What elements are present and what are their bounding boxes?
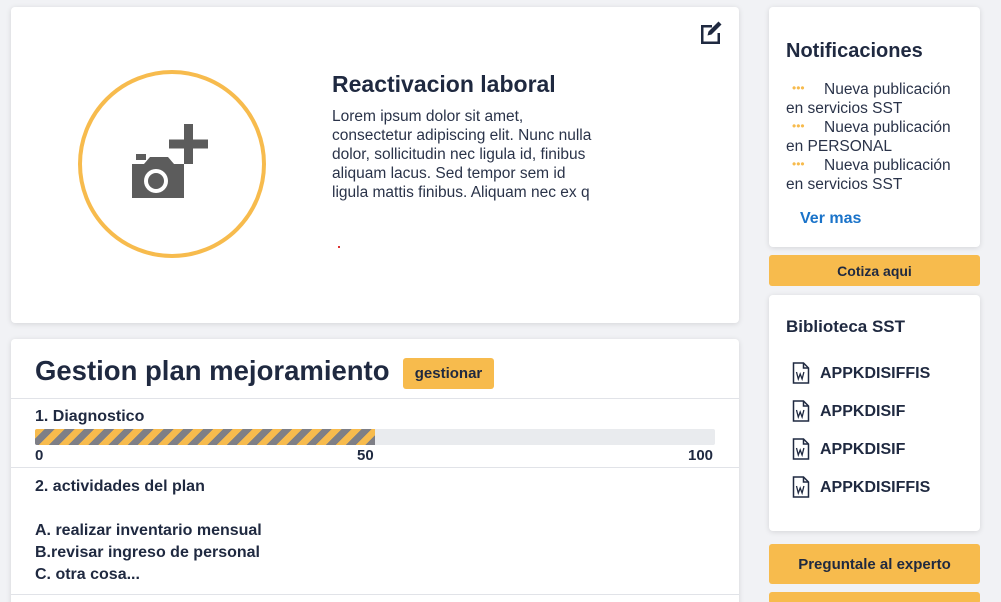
word-document-icon (792, 438, 810, 460)
photo-placeholder[interactable] (78, 70, 266, 258)
word-document-icon (792, 362, 810, 384)
card-title: Reactivacion laboral (332, 71, 556, 97)
add-photo-icon (132, 124, 208, 198)
activity-item: C. otra cosa... (35, 566, 140, 583)
notification-item[interactable]: ••• Nueva publicación en servicios SST (786, 155, 971, 194)
progress-fill (35, 429, 375, 445)
library-panel: Biblioteca SST APPKDISIFFIS APPKDISIF AP… (769, 295, 980, 531)
activity-item: A. realizar inventario mensual (35, 522, 262, 539)
notification-item[interactable]: ••• Nueva publicación en servicios SST (786, 79, 971, 118)
notifications-panel: Notificaciones ••• Nueva publicación en s… (769, 7, 980, 247)
gestionar-button[interactable]: gestionar (403, 358, 494, 389)
ver-mas-link[interactable]: Ver mas (800, 210, 861, 228)
divider (11, 594, 739, 595)
notification-item[interactable]: ••• Nueva publicación en PERSONAL (786, 117, 971, 156)
edit-icon[interactable] (698, 19, 724, 45)
library-title: Biblioteca SST (786, 317, 906, 336)
dot-marker (338, 246, 340, 248)
yellow-button[interactable] (769, 592, 980, 602)
document-name: APPKDISIF (820, 441, 906, 458)
word-document-icon (792, 476, 810, 498)
notifications-title: Notificaciones (786, 40, 923, 62)
diagnostic-title: 1. Diagnostico (35, 408, 145, 425)
progress-tick: 50 (357, 447, 374, 464)
activities-title: 2. actividades del plan (35, 478, 205, 495)
document-name: APPKDISIF (820, 403, 906, 420)
ask-expert-button[interactable]: Preguntale al experto (769, 544, 980, 584)
bullet-icon: ••• (792, 119, 805, 133)
document-name: APPKDISIFFIS (820, 479, 931, 496)
document-name: APPKDISIFFIS (820, 365, 931, 382)
progress-tick: 100 (688, 447, 714, 464)
bullet-icon: ••• (792, 157, 805, 171)
bullet-icon: ••• (792, 81, 805, 95)
card-description: Lorem ipsum dolor sit amet, consectetur … (332, 108, 592, 201)
improvement-plan-card: Gestion plan mejoramiento gestionar 1. D… (11, 339, 739, 602)
cotiza-button[interactable]: Cotiza aqui (769, 255, 980, 286)
word-document-icon (792, 400, 810, 422)
reactivation-card: Reactivacion laboral Lorem ipsum dolor s… (11, 7, 739, 323)
progress-bar (35, 429, 715, 445)
divider (11, 467, 739, 468)
activity-item: B.revisar ingreso de personal (35, 544, 260, 561)
plan-title: Gestion plan mejoramiento (35, 355, 390, 386)
progress-tick: 0 (35, 447, 44, 464)
divider (11, 398, 739, 399)
